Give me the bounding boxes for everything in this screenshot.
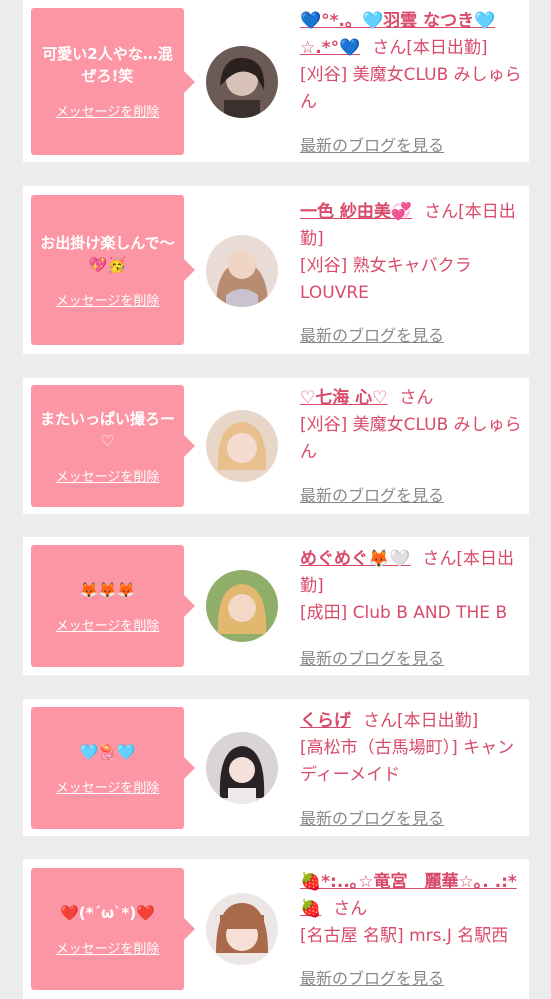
delete-message-link[interactable]: メッセージを削除: [56, 101, 160, 120]
avatar[interactable]: [206, 235, 278, 307]
latest-blog-link[interactable]: 最新のブログを見る: [300, 645, 444, 669]
shop-name: [名古屋 名駅] mrs.J 名駅西: [300, 926, 509, 946]
cast-info: くらげ さん[本日出勤] [高松市（古馬場町）] キャンディーメイド: [300, 708, 522, 789]
delete-message-link[interactable]: メッセージを削除: [56, 777, 160, 796]
cast-info: 🍓*:..｡☆竜宮 麗華☆｡. .:*🍓 さん [名古屋 名駅] mrs.J 名駅…: [300, 869, 522, 950]
latest-blog-link[interactable]: 最新のブログを見る: [300, 965, 444, 989]
message-text: 可愛い2人やな…混ぜろ!笑: [42, 45, 173, 85]
shop-name: [刈谷] 美魔女CLUB みしゅらん: [300, 415, 522, 462]
message-text: お出掛け楽しんで〜💖🥳: [40, 233, 175, 274]
message-card: 🦊🦊🦊 メッセージを削除 めぐめぐ🦊🤍 さん[本日出勤] [成田] Club B …: [23, 537, 529, 675]
message-card: ❤️(*´ω`*)❤️ メッセージを削除 🍓*:..｡☆竜宮 麗華☆｡. .:*…: [23, 859, 529, 999]
avatar[interactable]: [206, 46, 278, 118]
cast-name-link[interactable]: くらげ: [300, 711, 351, 731]
delete-message-link[interactable]: メッセージを削除: [56, 466, 160, 485]
latest-blog-link[interactable]: 最新のブログを見る: [300, 805, 444, 829]
delete-message-link[interactable]: メッセージを削除: [56, 290, 160, 309]
latest-blog-link[interactable]: 最新のブログを見る: [300, 132, 444, 156]
honorific: さん: [399, 388, 434, 408]
cast-info: ♡七海 心♡ さん [刈谷] 美魔女CLUB みしゅらん: [300, 385, 522, 466]
shop-name: [刈谷] 美魔女CLUB みしゅらん: [300, 65, 522, 112]
status-badge: [本日出勤]: [397, 711, 479, 731]
shop-name: [成田] Club B AND THE B: [300, 603, 508, 623]
honorific: さん: [333, 899, 368, 919]
honorific: さん: [363, 711, 397, 731]
avatar[interactable]: [206, 570, 278, 642]
message-card: 可愛い2人やな…混ぜろ!笑 メッセージを削除 💙°*.。🩵羽雲 なつき🩵☆.*°…: [23, 0, 529, 162]
message-card: またいっぱい撮ろー♡ メッセージを削除 ♡七海 心♡ さん [刈谷] 美魔女CLU…: [23, 378, 529, 514]
delete-message-link[interactable]: メッセージを削除: [56, 938, 160, 957]
avatar[interactable]: [206, 410, 278, 482]
avatar[interactable]: [206, 732, 278, 804]
message-text: またいっぱい撮ろー♡: [39, 409, 175, 450]
delete-message-link[interactable]: メッセージを削除: [56, 615, 160, 634]
message-card: お出掛け楽しんで〜💖🥳 メッセージを削除 一色 紗由美💞 さん[本日出勤] [刈谷…: [23, 186, 529, 354]
avatar[interactable]: [206, 893, 278, 965]
cast-name-link[interactable]: 一色 紗由美💞: [300, 202, 412, 222]
message-text: ❤️(*´ω`*)❤️: [60, 903, 155, 922]
message-bubble: ❤️(*´ω`*)❤️ メッセージを削除: [31, 868, 195, 990]
message-text: 🩵🪼🩵: [79, 742, 136, 761]
cast-info: 💙°*.。🩵羽雲 なつき🩵☆.*°💙 さん[本日出勤] [刈谷] 美魔女CLUB …: [300, 8, 522, 116]
message-bubble: またいっぱい撮ろー♡ メッセージを削除: [31, 385, 195, 507]
message-bubble: お出掛け楽しんで〜💖🥳 メッセージを削除: [31, 195, 195, 345]
honorific: さん: [422, 549, 457, 569]
message-bubble: 可愛い2人やな…混ぜろ!笑 メッセージを削除: [31, 8, 195, 155]
cast-name-link[interactable]: ♡七海 心♡: [300, 388, 387, 408]
status-badge: [本日出勤]: [406, 38, 488, 58]
message-bubble: 🩵🪼🩵 メッセージを削除: [31, 707, 195, 829]
message-card: 🩵🪼🩵 メッセージを削除 くらげ さん[本日出勤] [高松市（古馬場町）] キャン…: [23, 699, 529, 836]
cast-info: めぐめぐ🦊🤍 さん[本日出勤] [成田] Club B AND THE B: [300, 546, 522, 627]
honorific: さん: [372, 38, 407, 58]
message-text: 🦊🦊🦊: [79, 580, 136, 599]
honorific: さん: [424, 202, 459, 222]
shop-name: [刈谷] 熟女キャバクラ LOUVRE: [300, 256, 472, 303]
cast-name-link[interactable]: めぐめぐ🦊🤍: [300, 549, 410, 569]
latest-blog-link[interactable]: 最新のブログを見る: [300, 322, 444, 346]
latest-blog-link[interactable]: 最新のブログを見る: [300, 482, 444, 506]
shop-name: [高松市（古馬場町）] キャンディーメイド: [300, 738, 515, 785]
message-bubble: 🦊🦊🦊 メッセージを削除: [31, 545, 195, 667]
cast-info: 一色 紗由美💞 さん[本日出勤] [刈谷] 熟女キャバクラ LOUVRE: [300, 199, 522, 307]
